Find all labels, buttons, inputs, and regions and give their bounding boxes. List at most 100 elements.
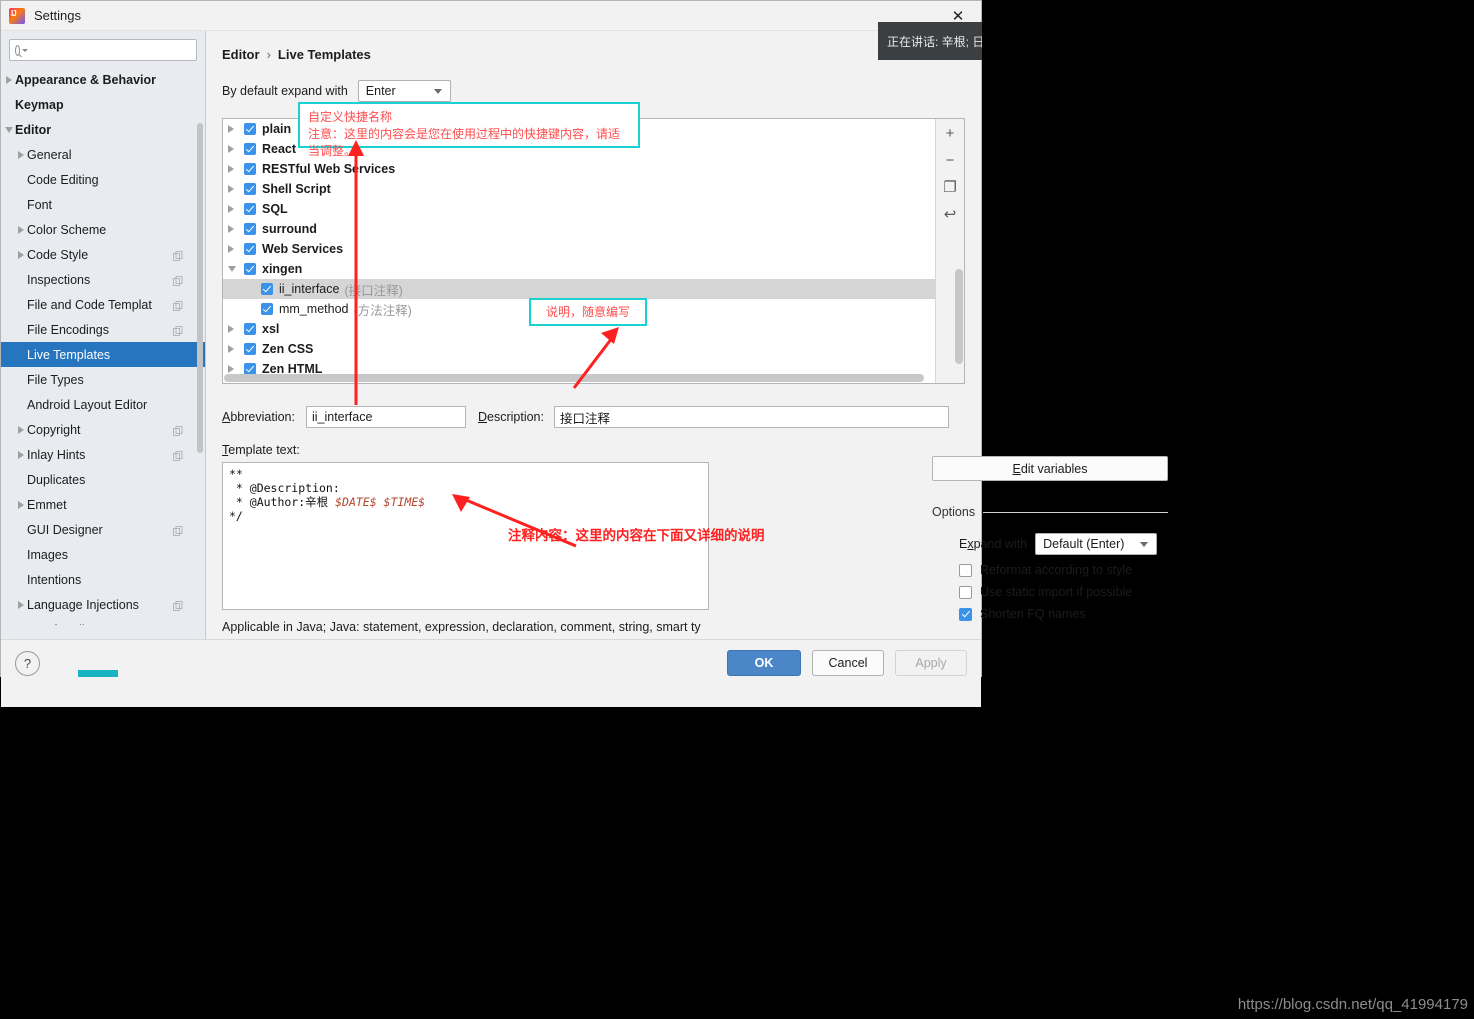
chevron-right-icon[interactable] xyxy=(228,125,244,133)
copy-settings-icon[interactable] xyxy=(173,325,183,336)
sidebar-item-file-encodings[interactable]: File Encodings xyxy=(1,317,205,342)
checkbox-shorten-fq-names[interactable] xyxy=(959,607,972,621)
checkbox-use-static-import-if-possible[interactable] xyxy=(959,585,972,599)
sidebar-item-label: Live Templates xyxy=(27,347,111,362)
copy-settings-icon[interactable] xyxy=(173,300,183,311)
sidebar-item-code-editing[interactable]: Code Editing xyxy=(1,167,205,192)
tree-horizontal-scrollbar[interactable] xyxy=(224,374,924,382)
sidebar-item-inlay-hints[interactable]: Inlay Hints xyxy=(1,442,205,467)
tree-row-checkbox[interactable] xyxy=(261,283,273,295)
chevron-right-icon[interactable] xyxy=(228,165,244,173)
tree-row[interactable]: Zen CSS xyxy=(223,339,935,359)
description-input[interactable]: 接口注释 xyxy=(553,406,949,428)
tree-row-checkbox[interactable] xyxy=(244,323,256,335)
copy-settings-icon[interactable] xyxy=(173,450,183,461)
chevron-right-icon[interactable] xyxy=(228,245,244,253)
chevron-right-icon[interactable] xyxy=(228,205,244,213)
checkbox-reformat-according-to-style[interactable] xyxy=(959,563,972,577)
tree-row[interactable]: ii_interface (接口注释) xyxy=(223,279,935,299)
tree-row-checkbox[interactable] xyxy=(261,303,273,315)
option-checkbox-row[interactable]: Use static import if possible xyxy=(932,585,1168,599)
chevron-right-icon[interactable] xyxy=(228,185,244,193)
tree-row[interactable]: Shell Script xyxy=(223,179,935,199)
copy-icon[interactable]: ❐ xyxy=(941,179,959,195)
tree-row-checkbox[interactable] xyxy=(244,143,256,155)
expand-with-row: Expand with Default (Enter) xyxy=(932,533,1168,555)
abbreviation-input[interactable]: ii_interface xyxy=(305,406,466,428)
default-expand-dropdown[interactable]: Enter xyxy=(357,80,451,102)
sidebar-item-general[interactable]: General xyxy=(1,142,205,167)
sidebar-item-file-types[interactable]: File Types xyxy=(1,367,205,392)
chevron-right-icon[interactable] xyxy=(228,365,244,373)
copy-settings-icon[interactable] xyxy=(173,275,183,286)
tree-vertical-scrollbar[interactable] xyxy=(955,269,963,364)
option-checkbox-row[interactable]: Reformat according to style xyxy=(932,563,1168,577)
tree-row[interactable]: SQL xyxy=(223,199,935,219)
chevron-right-icon[interactable] xyxy=(228,345,244,353)
expand-with-dropdown[interactable]: Default (Enter) xyxy=(1035,533,1158,555)
sidebar-item-editor[interactable]: Editor xyxy=(1,117,205,142)
tree-row-checkbox[interactable] xyxy=(244,263,256,275)
plus-icon[interactable]: + xyxy=(941,125,959,141)
revert-icon[interactable]: ↩ xyxy=(941,206,959,222)
tree-row-name: mm_method xyxy=(279,302,349,316)
tree-row-checkbox[interactable] xyxy=(244,163,256,175)
sidebar-item-label: Appearance & Behavior xyxy=(15,72,157,87)
search-input[interactable] xyxy=(32,42,191,58)
sidebar-item-language-injections[interactable]: Language Injections xyxy=(1,592,205,617)
sidebar-item-live-templates[interactable]: Live Templates xyxy=(1,342,205,367)
copy-settings-icon[interactable] xyxy=(173,425,183,436)
copy-settings-icon[interactable] xyxy=(173,250,183,261)
cancel-button[interactable]: Cancel xyxy=(812,650,884,676)
sidebar-item-font[interactable]: Font xyxy=(1,192,205,217)
tree-row[interactable]: Web Services xyxy=(223,239,935,259)
tree-row-checkbox[interactable] xyxy=(244,223,256,235)
chevron-right-icon[interactable] xyxy=(228,225,244,233)
sidebar-item-android-layout-editor[interactable]: Android Layout Editor xyxy=(1,392,205,417)
option-checkbox-row[interactable]: Shorten FQ names xyxy=(932,607,1168,621)
copy-settings-icon[interactable] xyxy=(173,600,183,611)
sidebar-item-color-scheme[interactable]: Color Scheme xyxy=(1,217,205,242)
sidebar-item-appearance-behavior[interactable]: Appearance & Behavior xyxy=(1,67,205,92)
edit-variables-button[interactable]: Edit variables xyxy=(932,456,1168,481)
sidebar-item-file-and-code-templat[interactable]: File and Code Templat xyxy=(1,292,205,317)
tree-row-checkbox[interactable] xyxy=(244,123,256,135)
tree-row-checkbox[interactable] xyxy=(244,243,256,255)
sidebar-item-emmet[interactable]: Emmet xyxy=(1,492,205,517)
sidebar-item-label: File and Code Templat xyxy=(27,297,152,312)
breadcrumb-root[interactable]: Editor xyxy=(222,47,260,62)
chevron-right-icon xyxy=(2,75,15,84)
minus-icon[interactable]: − xyxy=(941,152,959,168)
sidebar-item-code-style[interactable]: Code Style xyxy=(1,242,205,267)
annotation-box-description: 说明，随意编写 xyxy=(529,298,647,326)
help-button[interactable]: ? xyxy=(15,651,40,676)
sidebar-item-label: General xyxy=(27,147,72,162)
tree-row[interactable]: xingen xyxy=(223,259,935,279)
tree-row[interactable]: RESTful Web Services xyxy=(223,159,935,179)
chevron-right-icon[interactable] xyxy=(228,145,244,153)
sidebar-item-intentions[interactable]: Intentions xyxy=(1,567,205,592)
sidebar-item-label: Inspections xyxy=(27,272,91,287)
sidebar-item-gui-designer[interactable]: GUI Designer xyxy=(1,517,205,542)
copy-settings-icon[interactable] xyxy=(173,525,183,536)
sidebar-scrollbar[interactable] xyxy=(197,123,203,453)
chevron-right-icon[interactable] xyxy=(228,325,244,333)
chevron-down-icon[interactable] xyxy=(228,266,244,272)
sidebar-item-keymap[interactable]: Keymap xyxy=(1,92,205,117)
tree-row[interactable]: surround xyxy=(223,219,935,239)
tree-row-checkbox[interactable] xyxy=(244,203,256,215)
sidebar-item-copyright[interactable]: Copyright xyxy=(1,417,205,442)
tree-row-checkbox[interactable] xyxy=(244,183,256,195)
sidebar-item-images[interactable]: Images xyxy=(1,542,205,567)
sidebar-item-inspections[interactable]: Inspections xyxy=(1,267,205,292)
sidebar-item-label: Emmet xyxy=(27,497,67,512)
sidebar-search-wrap xyxy=(1,31,205,67)
sidebar-item-label: Duplicates xyxy=(27,472,86,487)
chevron-right-icon xyxy=(14,225,27,234)
sidebar-item-duplicates[interactable]: Duplicates xyxy=(1,467,205,492)
options-title-text: Options xyxy=(932,505,976,519)
search-box[interactable] xyxy=(9,39,197,61)
ok-button[interactable]: OK xyxy=(727,650,801,676)
default-expand-value: Enter xyxy=(365,84,396,98)
tree-row-checkbox[interactable] xyxy=(244,343,256,355)
